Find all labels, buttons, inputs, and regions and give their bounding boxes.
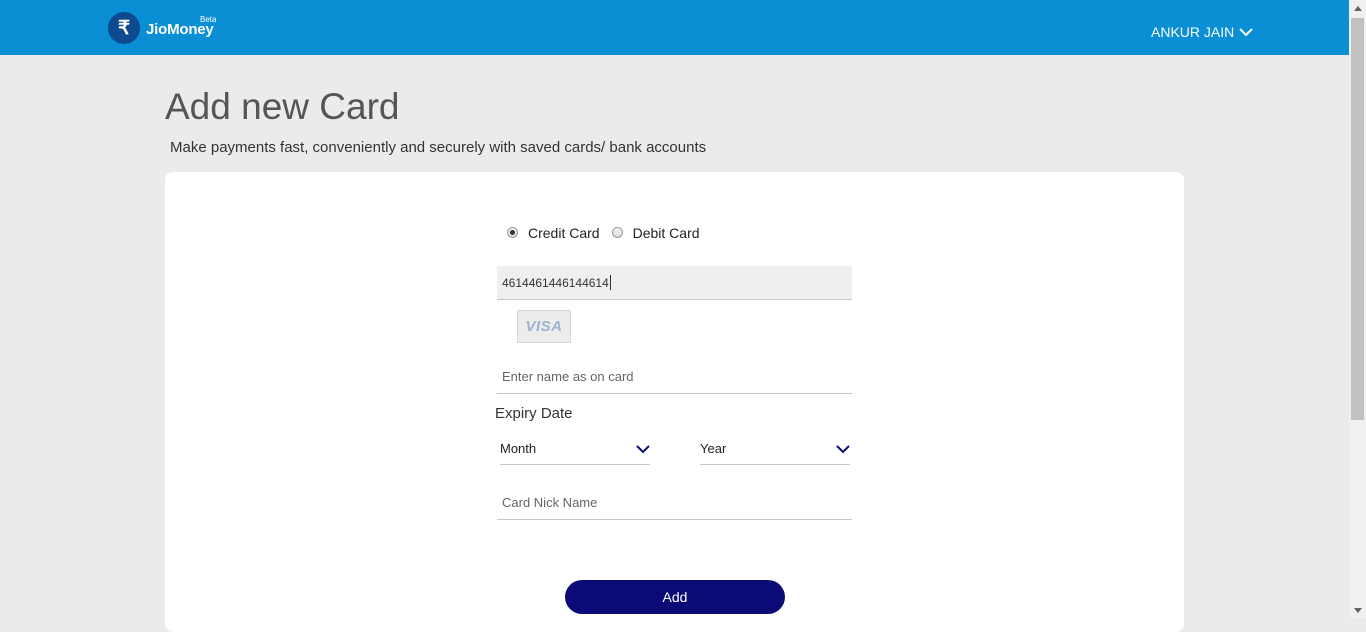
credit-card-label: Credit Card [528, 225, 600, 241]
card-number-input[interactable]: 4614461446144614 [497, 266, 852, 300]
debit-card-option[interactable]: Debit Card [611, 224, 700, 241]
chevron-down-icon [1239, 27, 1253, 36]
user-name: ANKUR JAIN [1151, 24, 1235, 40]
chevron-down-icon [636, 445, 650, 454]
page-title: Add new Card [165, 86, 400, 127]
beta-label: Beta [200, 15, 217, 24]
month-select-value: Month [500, 441, 537, 456]
user-menu[interactable]: ANKUR JAIN [1151, 24, 1253, 40]
chevron-down-icon [836, 445, 850, 454]
month-select[interactable]: Month [500, 437, 650, 465]
top-header: ₹ JioMoney Beta ANKUR JAIN [0, 0, 1349, 55]
credit-card-option[interactable]: Credit Card [507, 224, 600, 241]
year-select[interactable]: Year [700, 437, 850, 465]
debit-card-radio[interactable] [611, 226, 623, 238]
scrollbar-thumb[interactable] [1351, 18, 1364, 420]
scroll-up-arrow-icon[interactable] [1349, 0, 1366, 16]
card-type-selector: Credit Card Debit Card [507, 224, 700, 241]
text-caret [609, 275, 611, 290]
credit-card-radio[interactable] [507, 226, 518, 238]
card-nickname-input[interactable] [497, 486, 852, 520]
card-number-value: 4614461446144614 [502, 275, 609, 290]
rupee-icon: ₹ [108, 12, 140, 44]
vertical-scrollbar[interactable] [1349, 0, 1366, 618]
debit-card-label: Debit Card [632, 225, 700, 241]
name-on-card-input[interactable] [497, 360, 852, 394]
jiomoney-logo[interactable]: ₹ JioMoney Beta [108, 11, 217, 45]
visa-logo-icon: VISA [517, 310, 571, 343]
page-subtitle: Make payments fast, conveniently and sec… [170, 139, 707, 156]
expiry-date-label: Expiry Date [495, 405, 573, 422]
add-card-panel [165, 172, 1184, 632]
scroll-down-arrow-icon[interactable] [1349, 602, 1366, 618]
year-select-value: Year [700, 441, 727, 456]
add-card-button[interactable]: Add [565, 580, 785, 614]
